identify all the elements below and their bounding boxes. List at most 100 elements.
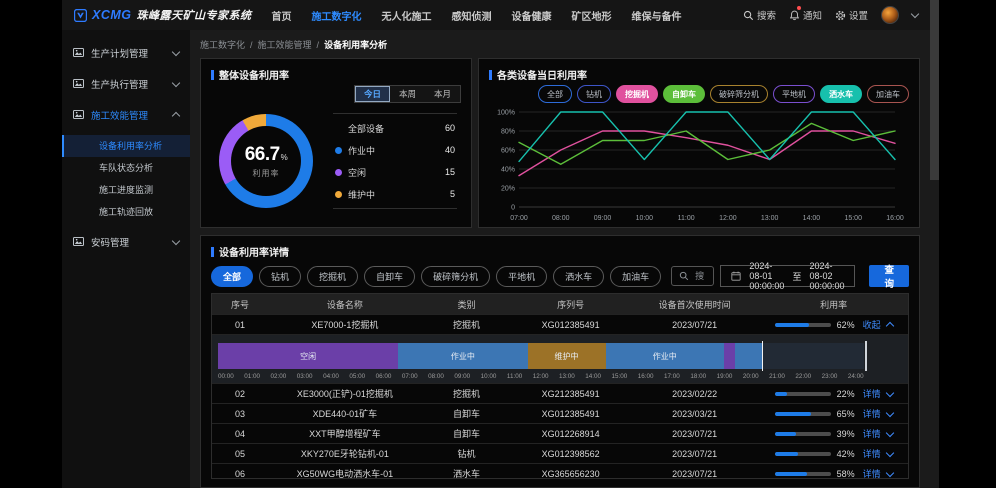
breadcrumb-item-1[interactable]: 施工数字化: [200, 38, 245, 51]
axis-tick-1: 00:00: [218, 373, 234, 380]
cell-first-use-date: 2023/03/21: [630, 409, 759, 419]
cell-index: 05: [212, 449, 268, 459]
nav-item-1[interactable]: 首页: [272, 8, 292, 23]
filter-pill-4[interactable]: 自卸车: [364, 266, 415, 287]
series-pill-2[interactable]: 钻机: [577, 85, 611, 103]
period-tab-3[interactable]: 本月: [425, 86, 460, 102]
axis-tick-4: 03:00: [297, 373, 313, 380]
period-tab-1[interactable]: 今日: [355, 86, 390, 102]
sidebar-subitem-1[interactable]: 设备利用率分析: [62, 135, 190, 157]
breadcrumb-item-2[interactable]: 施工效能管理: [258, 38, 312, 51]
chevron-up-icon[interactable]: [885, 321, 893, 329]
user-avatar[interactable]: [881, 6, 899, 24]
chevron-down-icon[interactable]: [885, 448, 893, 456]
row-detail-link[interactable]: 详情: [863, 407, 881, 420]
cell-utilization: 42%详情: [759, 447, 908, 460]
utilization-donut-chart: 66.7 % 利用率: [219, 114, 313, 208]
row-detail-link[interactable]: 详情: [863, 387, 881, 400]
detail-panel-title-text: 设备利用率详情: [219, 244, 289, 259]
row-detail-link[interactable]: 详情: [863, 467, 881, 479]
category-utilization-panel: 各类设备当日利用率 全部钻机挖掘机自卸车破碎筛分机平地机洒水车加油车 020%4…: [478, 58, 920, 228]
sidebar-group-2[interactable]: 生产执行管理: [62, 73, 190, 94]
status-segment-5: [724, 343, 735, 369]
series-pill-7[interactable]: 洒水车: [820, 85, 862, 103]
series-pill-3[interactable]: 挖掘机: [616, 85, 658, 103]
nav-item-5[interactable]: 设备健康: [512, 8, 552, 23]
svg-text:100%: 100%: [497, 110, 515, 117]
chart-series-3: [519, 112, 895, 161]
sidebar-group-3[interactable]: 施工效能管理: [62, 104, 190, 125]
filter-pill-2[interactable]: 钻机: [259, 266, 301, 287]
axis-tick-23: 22:00: [795, 373, 811, 380]
brand[interactable]: XCMG 珠峰露天矿山专家系统: [74, 7, 252, 23]
filter-pill-8[interactable]: 加油车: [610, 266, 661, 287]
nav-item-7[interactable]: 维保与备件: [632, 8, 682, 23]
utilization-bar-fill: [775, 392, 787, 396]
chevron-down-icon[interactable]: [885, 388, 893, 396]
nav-item-4[interactable]: 感知侦测: [452, 8, 492, 23]
svg-text:20%: 20%: [501, 186, 515, 193]
gear-icon: [835, 10, 846, 21]
svg-text:09:00: 09:00: [594, 215, 612, 222]
chevron-down-icon[interactable]: [885, 428, 893, 436]
chevron-down-icon[interactable]: [885, 468, 893, 476]
axis-tick-2: 01:00: [244, 373, 260, 380]
filter-pill-3[interactable]: 挖掘机: [307, 266, 358, 287]
module-icon: [73, 236, 84, 247]
row-detail-link[interactable]: 详情: [863, 427, 881, 440]
cell-serial: XG012385491: [511, 409, 630, 419]
page-scrollbar[interactable]: [930, 0, 939, 488]
timeline-axis: 00:0001:0002:0003:0004:0005:0006:0007:00…: [218, 373, 864, 380]
utilization-value: 62%: [837, 320, 857, 330]
cell-equipment-name: XKY270E牙轮钻机-01: [268, 447, 422, 460]
sidebar-group-1[interactable]: 生产计划管理: [62, 42, 190, 63]
page-scrollbar-thumb[interactable]: [930, 0, 939, 180]
breadcrumb: 施工数字化/施工效能管理/设备利用率分析: [200, 38, 920, 51]
inner-scrollbar[interactable]: [865, 341, 867, 371]
nav-action-search[interactable]: 搜索: [743, 8, 776, 22]
filter-pill-1[interactable]: 全部: [211, 266, 253, 287]
sidebar-subitem-2[interactable]: 车队状态分析: [62, 157, 190, 179]
legend-row-2: 作业中40: [335, 139, 455, 161]
series-pill-1[interactable]: 全部: [538, 85, 572, 103]
row-detail-link[interactable]: 详情: [863, 447, 881, 460]
utilization-bar-fill: [775, 432, 797, 436]
row-collapse-link[interactable]: 收起: [863, 318, 881, 331]
cell-serial: XG212385491: [511, 389, 630, 399]
sidebar-subitem-4[interactable]: 施工轨迹回放: [62, 201, 190, 223]
legend-dot: [335, 169, 342, 176]
breadcrumb-item-3[interactable]: 设备利用率分析: [324, 38, 387, 51]
date-range-picker[interactable]: 2024-08-01 00:00:00 至 2024-08-02 00:00:0…: [720, 265, 855, 287]
nav-item-3[interactable]: 无人化施工: [382, 8, 432, 23]
search-input[interactable]: [693, 270, 706, 282]
axis-tick-6: 05:00: [349, 373, 365, 380]
series-pill-8[interactable]: 加油车: [867, 85, 909, 103]
cell-utilization: 62% 收起: [759, 318, 908, 331]
filter-pill-5[interactable]: 破碎筛分机: [421, 266, 490, 287]
status-segment-2: 作业中: [398, 343, 527, 369]
equipment-status-timeline: 空闲作业中维护中作业中00:0001:0002:0003:0004:0005:0…: [212, 334, 908, 383]
cell-index: 03: [212, 409, 268, 419]
timeline-cursor[interactable]: [762, 341, 764, 371]
series-pill-4[interactable]: 自卸车: [663, 85, 705, 103]
nav-item-2[interactable]: 施工数字化: [312, 8, 362, 23]
search-box[interactable]: [671, 266, 714, 286]
axis-tick-17: 16:00: [638, 373, 654, 380]
axis-tick-25: 24:00: [848, 373, 864, 380]
chevron-down-icon[interactable]: [911, 10, 919, 18]
series-pill-5[interactable]: 破碎筛分机: [710, 85, 768, 103]
filter-pill-6[interactable]: 平地机: [496, 266, 547, 287]
nav-action-bell[interactable]: 通知: [789, 8, 822, 22]
query-button[interactable]: 查询: [869, 265, 909, 287]
breadcrumb-separator: /: [250, 40, 253, 50]
nav-item-6[interactable]: 矿区地形: [572, 8, 612, 23]
period-tab-2[interactable]: 本周: [390, 86, 425, 102]
sidebar-group-4[interactable]: 安码管理: [62, 231, 190, 252]
sidebar-subitem-3[interactable]: 施工进度监测: [62, 179, 190, 201]
nav-action-gear[interactable]: 设置: [835, 8, 868, 22]
filter-pill-7[interactable]: 洒水车: [553, 266, 604, 287]
chevron-down-icon[interactable]: [885, 408, 893, 416]
column-header-6: 利用率: [759, 298, 908, 311]
overall-utilization-panel: 整体设备利用率 今日本周本月 66.7 %: [200, 58, 472, 228]
series-pill-6[interactable]: 平地机: [773, 85, 815, 103]
